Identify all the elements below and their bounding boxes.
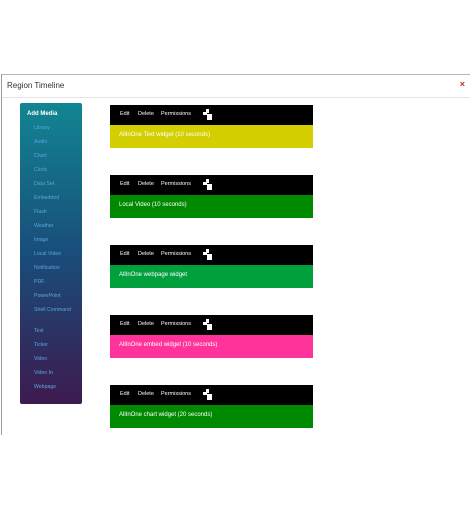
widget-label: AllInOne Text widget (10 seconds) xyxy=(119,132,210,138)
sidebar-item-video-in[interactable]: Video In xyxy=(34,370,78,377)
sidebar-item-video[interactable]: Video xyxy=(34,356,78,363)
widget-label: Local Video (10 seconds) xyxy=(119,202,187,208)
sidebar-item-data-set[interactable]: Data Set xyxy=(34,181,78,188)
sidebar-item-webpage[interactable]: Webpage xyxy=(34,384,78,391)
timeline-widget: Edit Delete Permissions AllInOne webpage wi… xyxy=(110,245,313,288)
sidebar-item-chart[interactable]: Chart xyxy=(34,153,78,160)
widget-bar[interactable]: AllInOne Text widget (10 seconds) xyxy=(110,125,313,148)
region-preview-icon[interactable] xyxy=(203,179,213,190)
permissions-button[interactable]: Permissions xyxy=(161,111,191,117)
sidebar-item-local-video[interactable]: Local Video xyxy=(34,251,78,258)
edit-button[interactable]: Edit xyxy=(120,321,129,327)
edit-button[interactable]: Edit xyxy=(120,391,129,397)
sidebar-item-library[interactable]: Library xyxy=(34,125,78,132)
add-media-sidebar: Add Media Library Audio Chart Clock Data Set… xyxy=(20,103,82,404)
delete-button[interactable]: Delete xyxy=(138,251,154,257)
permissions-button[interactable]: Permissions xyxy=(161,321,191,327)
sidebar-header: Add Media xyxy=(27,111,58,117)
region-preview-icon[interactable] xyxy=(203,109,213,120)
sidebar-item-image[interactable]: Image xyxy=(34,237,78,244)
modal-title: Region Timeline xyxy=(7,81,65,90)
sidebar-item-ticker[interactable]: Ticker xyxy=(34,342,78,349)
widget-toolbar: Edit Delete Permissions xyxy=(110,385,313,405)
timeline-widget: Edit Delete Permissions AllInOne embed widg… xyxy=(110,315,313,358)
sidebar-item-flash[interactable]: Flash xyxy=(34,209,78,216)
delete-button[interactable]: Delete xyxy=(138,321,154,327)
widget-label: AllInOne embed widget (10 seconds) xyxy=(119,342,218,348)
delete-button[interactable]: Delete xyxy=(138,391,154,397)
delete-button[interactable]: Delete xyxy=(138,181,154,187)
sidebar-item-clock[interactable]: Clock xyxy=(34,167,78,174)
timeline-widget: Edit Delete Permissions Local Video (10 sec… xyxy=(110,175,313,218)
modal-header: Region Timeline × xyxy=(2,75,470,98)
widget-bar[interactable]: AllInOne webpage widget xyxy=(110,265,313,288)
close-icon[interactable]: × xyxy=(460,79,465,89)
permissions-button[interactable]: Permissions xyxy=(161,181,191,187)
edit-button[interactable]: Edit xyxy=(120,181,129,187)
sidebar-item-notification[interactable]: Notification xyxy=(34,265,78,272)
region-preview-icon[interactable] xyxy=(203,389,213,400)
widget-bar[interactable]: AllInOne chart widget (20 seconds) xyxy=(110,405,313,428)
widget-bar[interactable]: AllInOne embed widget (10 seconds) xyxy=(110,335,313,358)
timeline-widget: Edit Delete Permissions AllInOne chart widg… xyxy=(110,385,313,428)
timeline-widget: Edit Delete Permissions AllInOne Text widge… xyxy=(110,105,313,148)
sidebar-item-audio[interactable]: Audio xyxy=(34,139,78,146)
sidebar-item-weather[interactable]: Weather xyxy=(34,223,78,230)
sidebar-item-text[interactable]: Text xyxy=(34,328,78,335)
permissions-button[interactable]: Permissions xyxy=(161,391,191,397)
region-preview-icon[interactable] xyxy=(203,249,213,260)
region-preview-icon[interactable] xyxy=(203,319,213,330)
widget-toolbar: Edit Delete Permissions xyxy=(110,105,313,125)
permissions-button[interactable]: Permissions xyxy=(161,251,191,257)
sidebar-item-shell-command[interactable]: Shell Command xyxy=(34,307,78,314)
sidebar-item-pdf[interactable]: PDF xyxy=(34,279,78,286)
widget-label: AllInOne webpage widget xyxy=(119,272,188,278)
widget-bar[interactable]: Local Video (10 seconds) xyxy=(110,195,313,218)
widget-toolbar: Edit Delete Permissions xyxy=(110,315,313,335)
edit-button[interactable]: Edit xyxy=(120,251,129,257)
widget-toolbar: Edit Delete Permissions xyxy=(110,245,313,265)
widget-label: AllInOne chart widget (20 seconds) xyxy=(119,412,213,418)
sidebar-item-embedded[interactable]: Embedded xyxy=(34,195,78,202)
widget-toolbar: Edit Delete Permissions xyxy=(110,175,313,195)
sidebar-item-powerpoint[interactable]: PowerPoint xyxy=(34,293,78,300)
delete-button[interactable]: Delete xyxy=(138,111,154,117)
edit-button[interactable]: Edit xyxy=(120,111,129,117)
